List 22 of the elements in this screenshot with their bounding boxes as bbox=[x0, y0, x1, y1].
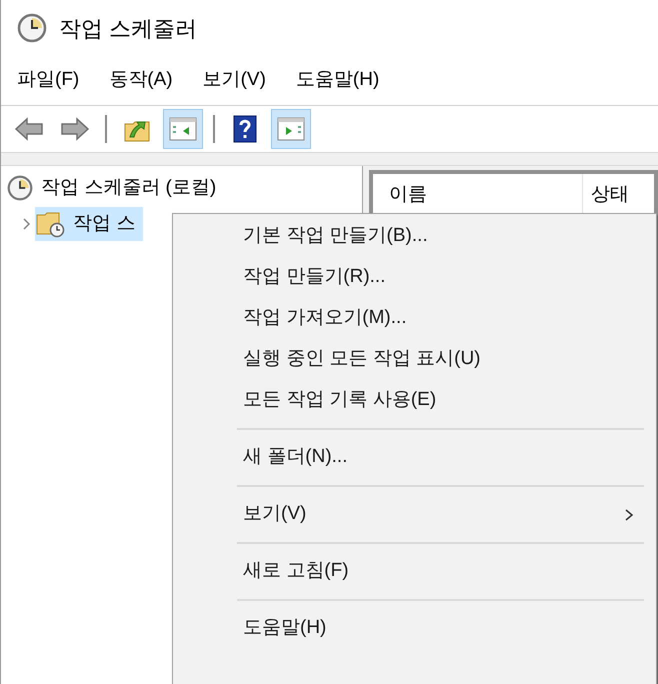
menu-item[interactable]: 도움말(H) bbox=[296, 66, 380, 95]
panel-left-icon[interactable] bbox=[163, 109, 203, 149]
menu-item[interactable]: 보기(V) bbox=[237, 494, 644, 535]
menu-item[interactable]: 보기(V) bbox=[202, 66, 266, 95]
clock-icon bbox=[7, 175, 33, 201]
column-header[interactable]: 상태 bbox=[583, 174, 653, 217]
menu-item[interactable]: 기본 작업 만들기(B)... bbox=[237, 216, 644, 257]
clock-icon bbox=[17, 13, 47, 43]
tree-item[interactable]: 작업 스 bbox=[35, 207, 144, 241]
menu-item[interactable]: 작업 가져오기(M)... bbox=[237, 298, 644, 339]
panel-right-icon[interactable] bbox=[271, 109, 311, 149]
window-title: 작업 스케줄러 bbox=[59, 14, 198, 42]
menu-item[interactable]: 새로 고침(F) bbox=[237, 551, 644, 592]
menu-item[interactable]: 실행 중인 모든 작업 표시(U) bbox=[237, 339, 644, 380]
menu-item[interactable]: 파일(F) bbox=[17, 66, 80, 95]
menu-item[interactable]: 도움말(H) bbox=[237, 608, 644, 649]
menu-item[interactable]: 작업 만들기(R)... bbox=[237, 257, 644, 298]
menu-item[interactable]: 새 폴더(N)... bbox=[237, 437, 644, 478]
menu-item[interactable]: 동작(A) bbox=[109, 66, 173, 95]
folder-clock-icon bbox=[35, 210, 65, 238]
tree-item[interactable]: 작업 스케줄러 (로컬) bbox=[7, 171, 224, 205]
menu-item[interactable]: 모든 작업 기록 사용(E) bbox=[237, 380, 644, 421]
